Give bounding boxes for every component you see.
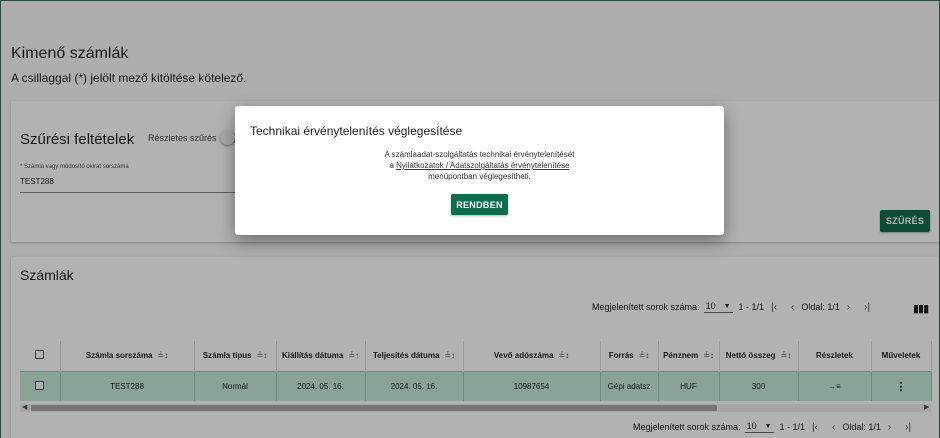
invalidation-menu-link[interactable]: Nyilatkozatok / Adatszolgáltatás érvényt… xyxy=(396,161,569,170)
dialog-message-line: a Nyilatkozatok / Adatszolgáltatás érvén… xyxy=(389,161,570,170)
dialog-message-line: menüpontban véglegesítheti. xyxy=(428,172,531,181)
dialog-message-line: A számlaadat-szolgáltatás technikai érvé… xyxy=(384,150,575,159)
confirmation-dialog: Technikai érvénytelenítés véglegesítése … xyxy=(235,106,724,235)
ok-button[interactable]: RENDBEN xyxy=(451,194,508,215)
dialog-message: A számlaadat-szolgáltatás technikai érvé… xyxy=(235,149,724,182)
dialog-title: Technikai érvénytelenítés véglegesítése xyxy=(250,124,463,138)
